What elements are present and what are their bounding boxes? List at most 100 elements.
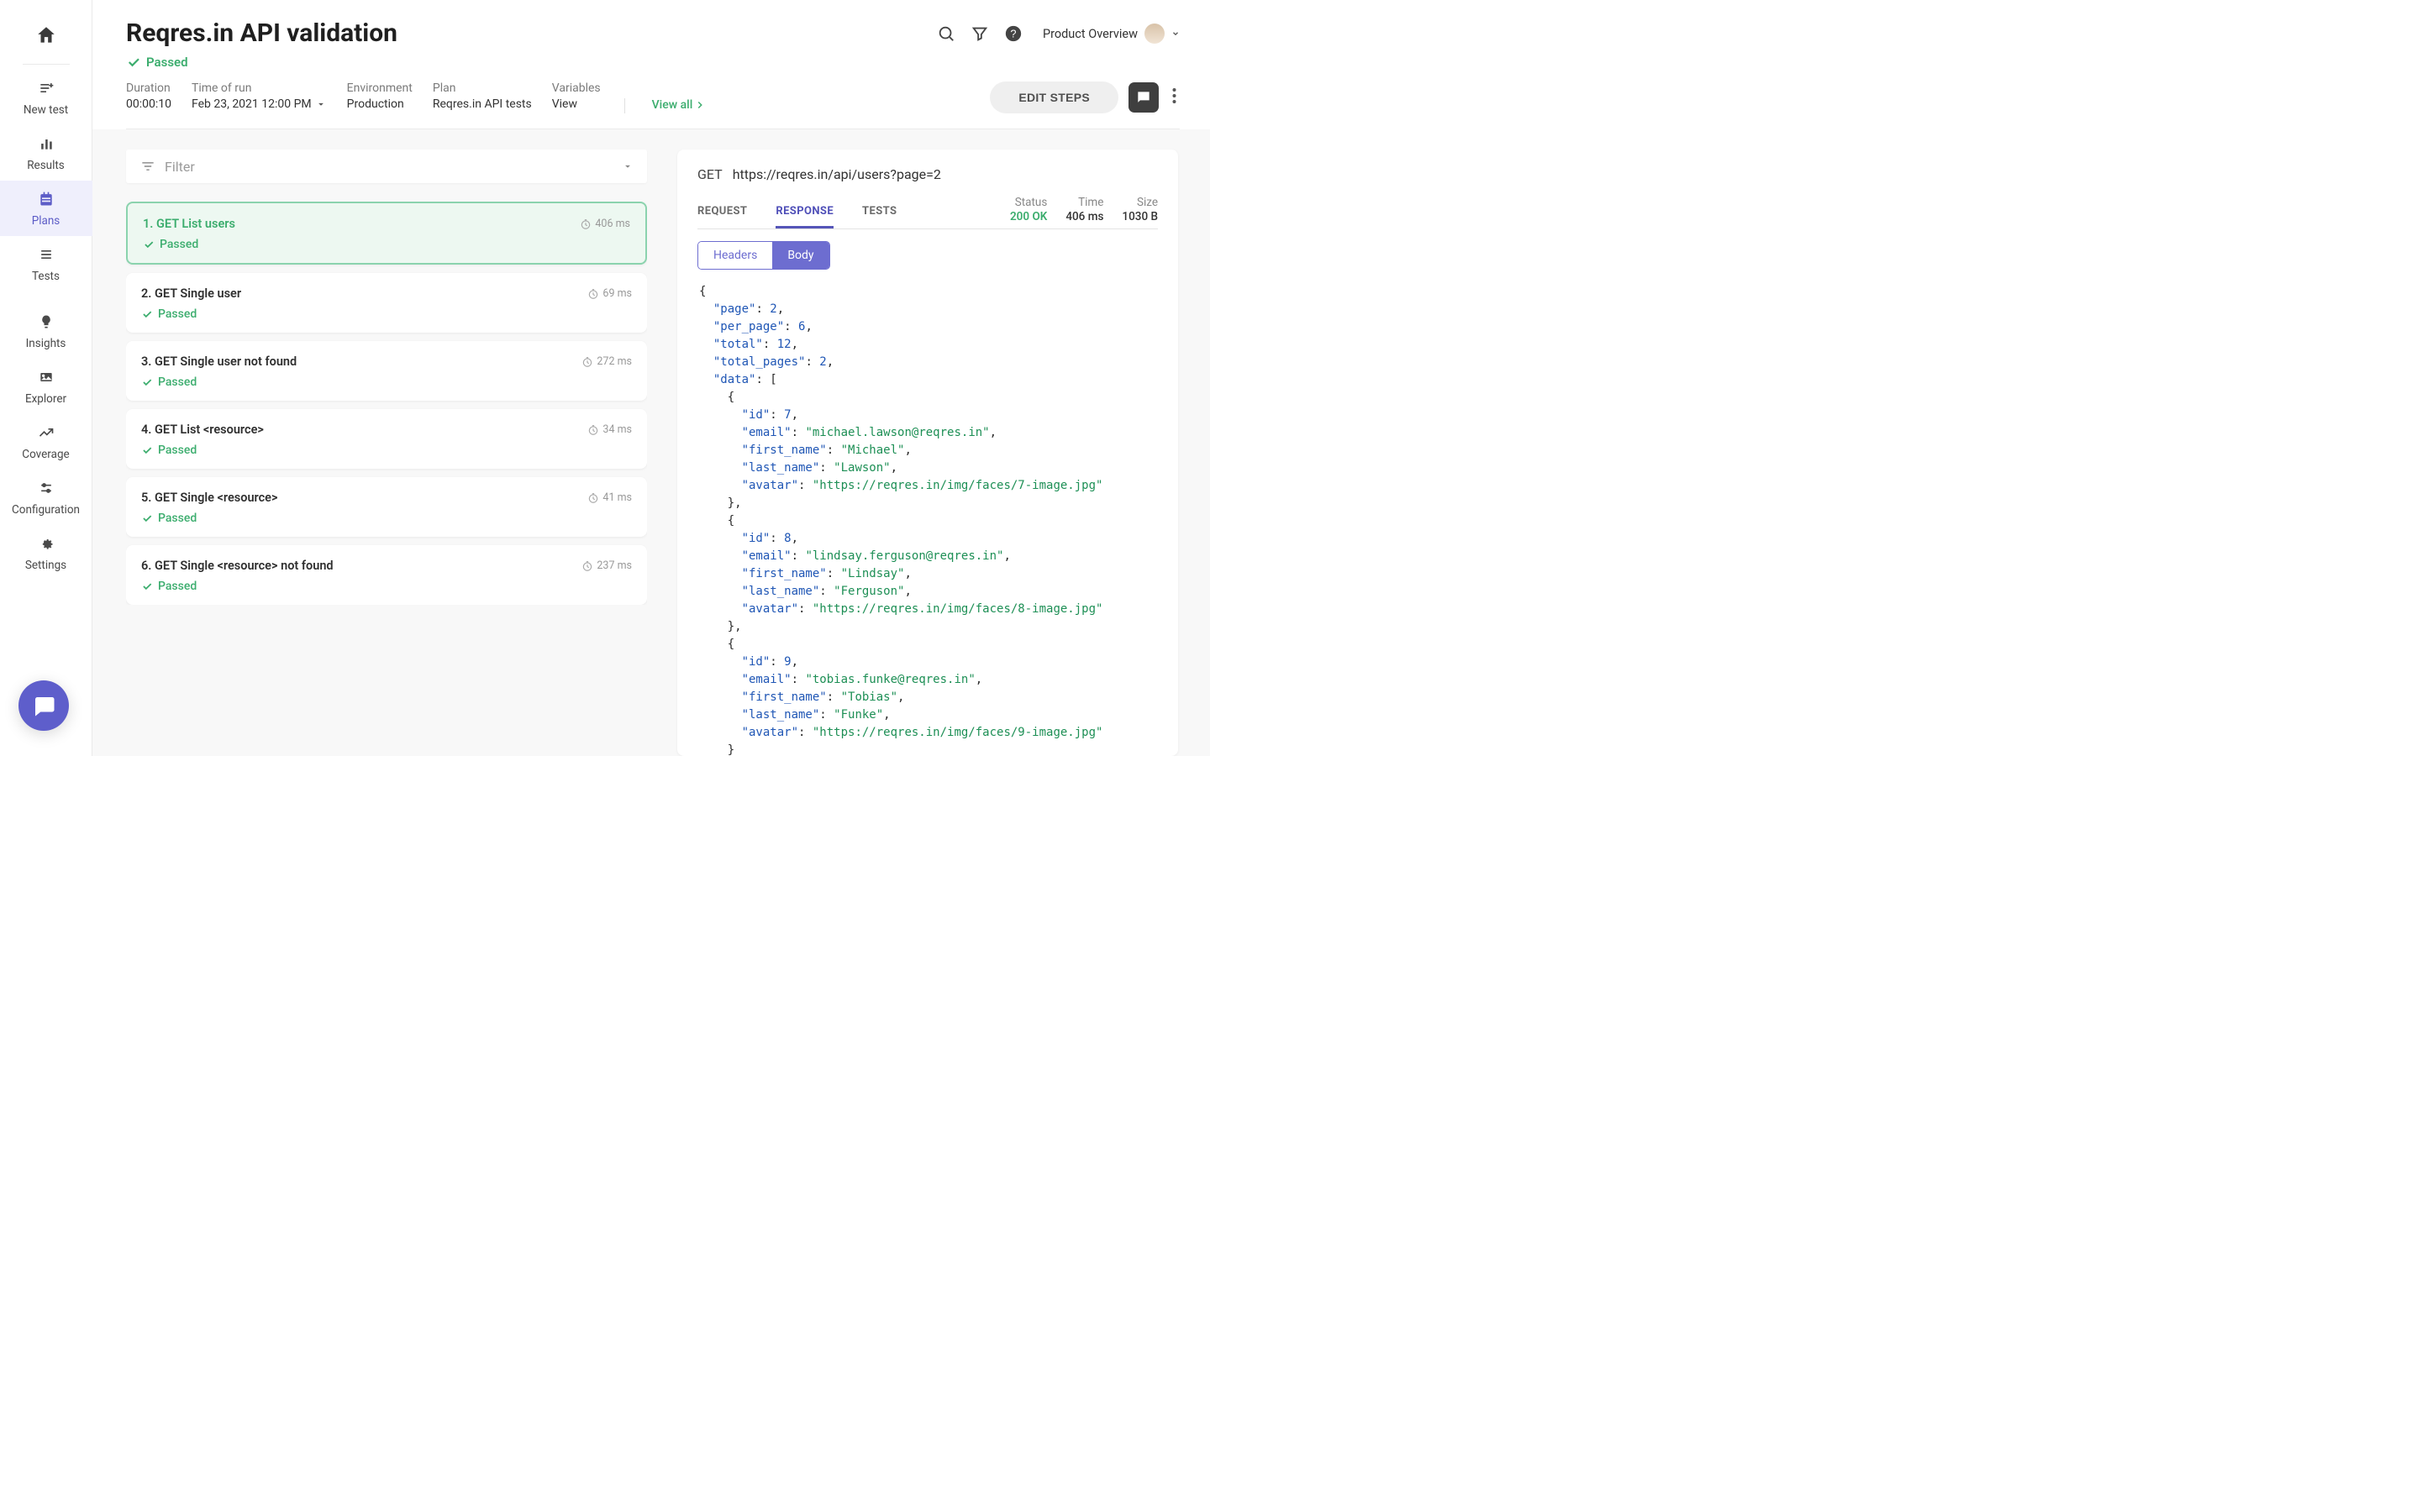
time-label: Time of run	[192, 81, 327, 95]
step-title: 3. GET Single user not found	[141, 354, 297, 369]
clock-icon	[580, 218, 592, 230]
chevron-right-icon	[694, 99, 706, 111]
check-icon	[126, 55, 141, 70]
header: Reqres.in API validation Passed ? Produc…	[92, 0, 1210, 129]
seg-body[interactable]: Body	[772, 242, 829, 269]
plan-value: Reqres.in API tests	[433, 97, 532, 111]
sidebar-item-explorer[interactable]: Explorer	[0, 359, 92, 414]
results-icon	[38, 135, 55, 155]
tests-icon	[38, 246, 55, 266]
time-stat-label: Time	[1078, 196, 1103, 209]
funnel-icon	[971, 24, 989, 43]
seg-headers[interactable]: Headers	[698, 242, 772, 269]
view-all-link[interactable]: View all	[652, 98, 707, 112]
step-status: Passed	[143, 238, 630, 251]
notes-button[interactable]	[1128, 82, 1159, 113]
sidebar-item-label: New test	[24, 103, 68, 117]
sidebar-item-label: Plans	[32, 214, 60, 228]
filter-placeholder: Filter	[165, 159, 195, 175]
env-label: Environment	[347, 81, 413, 95]
step-card[interactable]: 5. GET Single <resource>41 msPassed	[126, 477, 647, 537]
request-url: https://reqres.in/api/users?page=2	[733, 166, 941, 182]
sidebar-item-tests[interactable]: Tests	[0, 236, 92, 291]
check-icon	[143, 239, 155, 250]
kebab-icon	[1172, 87, 1176, 104]
page-title: Reqres.in API validation	[126, 18, 397, 48]
check-icon	[141, 580, 153, 592]
step-card[interactable]: 3. GET Single user not found 272 ms Passed	[126, 341, 647, 401]
edit-steps-button[interactable]: EDIT STEPS	[990, 81, 1118, 113]
step-duration: 406 ms	[580, 218, 630, 230]
clock-icon	[581, 356, 593, 368]
size-label: Size	[1137, 196, 1158, 209]
check-icon	[141, 444, 153, 456]
size-value: 1030 B	[1122, 210, 1158, 223]
step-title: 1. GET List users	[143, 217, 235, 231]
divider	[23, 64, 70, 65]
clock-icon	[587, 288, 599, 300]
step-status: Passed	[141, 375, 632, 389]
response-body[interactable]: { "page": 2, "per_page": 6, "total": 12,…	[697, 278, 1158, 756]
sidebar: New test Results Plans Tests Insights Explore…	[0, 0, 92, 756]
step-card[interactable]: 4. GET List <resource> 34 ms Passed	[126, 409, 647, 469]
step-card[interactable]: 6. GET Single <resource> not found237 ms…	[126, 545, 647, 605]
tab-response[interactable]: RESPONSE	[776, 205, 834, 228]
help-button[interactable]: ?	[1004, 24, 1023, 43]
dropdown-caret-icon	[622, 160, 634, 172]
vars-value[interactable]: View	[552, 97, 601, 111]
settings-icon	[38, 535, 55, 555]
tab-request[interactable]: REQUEST	[697, 205, 747, 228]
coverage-icon	[38, 424, 55, 444]
sidebar-item-label: Coverage	[22, 448, 69, 461]
home-icon	[35, 24, 57, 46]
notes-icon	[1135, 89, 1152, 106]
avatar	[1144, 24, 1165, 44]
filter-input[interactable]: Filter	[126, 150, 647, 183]
search-icon	[937, 24, 955, 43]
response-panel: GET https://reqres.in/api/users?page=2 R…	[677, 150, 1178, 756]
new-test-icon	[38, 80, 55, 100]
product-overview-link[interactable]: Product Overview	[1043, 24, 1180, 44]
step-status: Passed	[141, 512, 632, 525]
chat-launcher[interactable]	[18, 680, 69, 731]
sidebar-item-insights[interactable]: Insights	[0, 303, 92, 359]
sidebar-item-label: Configuration	[12, 503, 80, 517]
time-of-run-select[interactable]: Feb 23, 2021 12:00 PM	[192, 97, 327, 111]
sidebar-item-label: Explorer	[25, 392, 66, 406]
step-title: 4. GET List <resource>	[141, 423, 264, 437]
filter-button[interactable]	[971, 24, 989, 43]
tab-tests[interactable]: TESTS	[862, 205, 897, 228]
step-duration: 69 ms	[587, 287, 632, 300]
status-label: Status	[1015, 196, 1048, 209]
step-duration: 272 ms	[581, 355, 632, 368]
step-duration: 34 ms	[587, 423, 632, 436]
step-card[interactable]: 1. GET List users 406 ms Passed	[126, 202, 647, 265]
sidebar-item-settings[interactable]: Settings	[0, 525, 92, 580]
sidebar-item-label: Settings	[25, 559, 66, 572]
home-button[interactable]	[17, 15, 76, 55]
step-duration: 41 ms	[587, 491, 632, 504]
sidebar-item-plans[interactable]: Plans	[0, 181, 92, 236]
filter-lines-icon	[139, 158, 156, 175]
duration-label: Duration	[126, 81, 171, 95]
dropdown-caret-icon	[315, 98, 327, 110]
separator	[624, 98, 625, 113]
step-duration: 237 ms	[581, 559, 632, 572]
check-icon	[141, 512, 153, 524]
sidebar-item-label: Insights	[26, 337, 66, 350]
time-stat-value: 406 ms	[1065, 210, 1103, 223]
more-menu[interactable]	[1169, 84, 1180, 111]
step-status: Passed	[141, 444, 632, 457]
check-icon	[141, 308, 153, 320]
chevron-down-icon	[1171, 29, 1180, 38]
plan-label: Plan	[433, 81, 532, 95]
sidebar-item-label: Tests	[32, 270, 60, 283]
search-button[interactable]	[937, 24, 955, 43]
step-card[interactable]: 2. GET Single user69 msPassed	[126, 273, 647, 333]
sidebar-item-coverage[interactable]: Coverage	[0, 414, 92, 470]
sidebar-item-configuration[interactable]: Configuration	[0, 470, 92, 525]
clock-icon	[587, 424, 599, 436]
sidebar-item-new-test[interactable]: New test	[0, 70, 92, 125]
explorer-icon	[38, 369, 55, 389]
sidebar-item-results[interactable]: Results	[0, 125, 92, 181]
